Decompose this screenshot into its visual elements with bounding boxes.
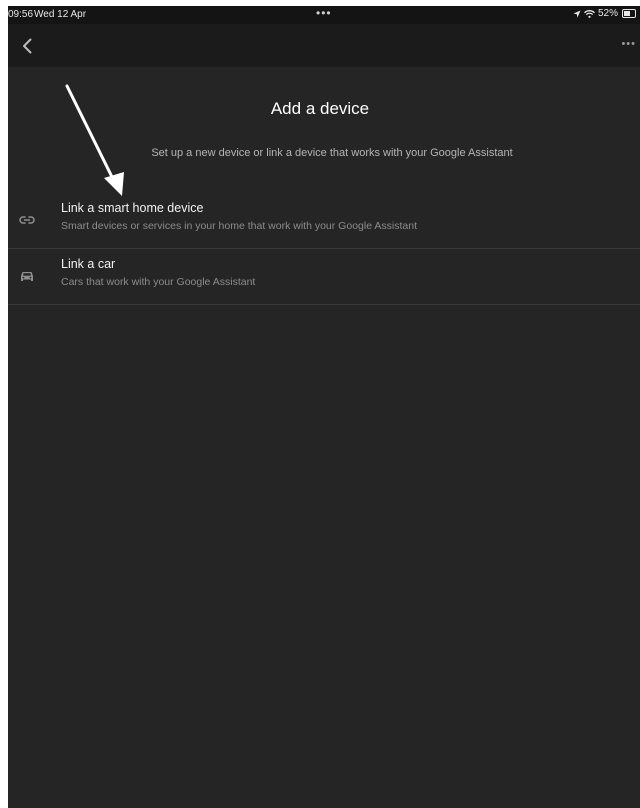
annotation-arrow-icon [65,84,124,196]
